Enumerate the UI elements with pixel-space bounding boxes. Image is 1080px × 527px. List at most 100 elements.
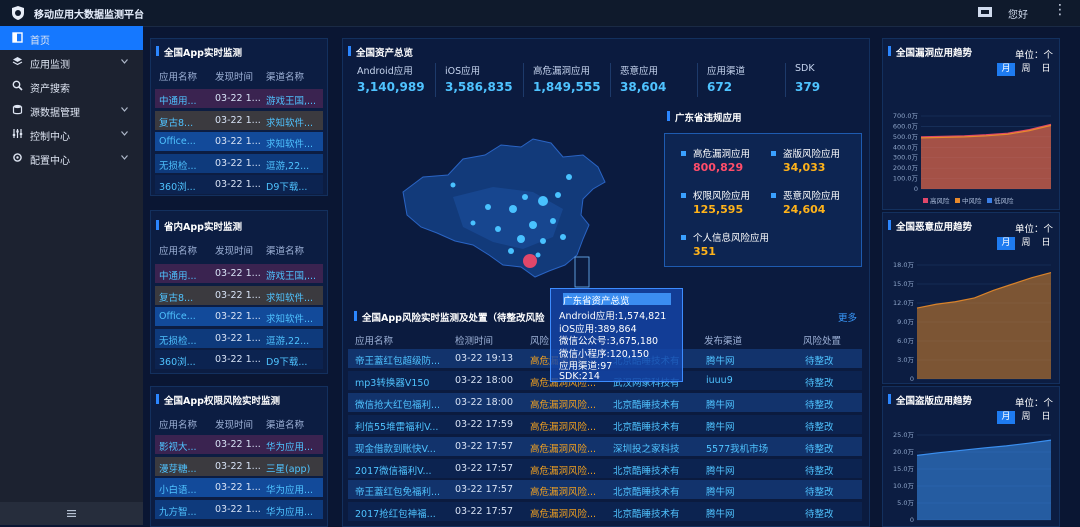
table-row[interactable]: 无损检... 03-22 1... 逗游,22...	[155, 328, 323, 348]
app-name-cell: 360浏...	[159, 182, 196, 193]
channel-cell: 华为应用...	[266, 506, 314, 518]
risk-type-cell: 高危漏洞风险...	[530, 421, 597, 433]
segment-day[interactable]: 日	[1037, 237, 1055, 250]
sidebar-item-control-center[interactable]: 控制中心	[0, 122, 143, 146]
column-header: 渠道名称	[266, 72, 305, 83]
table-row[interactable]: 中通用... 03-22 1... 游戏王国,...	[155, 264, 323, 283]
table-row[interactable]: Office... 03-22 1... 求知软件...	[155, 307, 323, 326]
segment-month[interactable]: 月	[997, 237, 1015, 250]
segment-month[interactable]: 月	[997, 411, 1015, 424]
stat-value: 379	[795, 80, 821, 94]
piracy-trend-chart: 25.0万 20.0万 15.0万 10.0万 5.0万 0	[893, 431, 1052, 524]
segment-week[interactable]: 周	[1017, 411, 1035, 424]
segment-week[interactable]: 周	[1017, 63, 1035, 76]
status-cell[interactable]: 待整改	[805, 375, 855, 389]
table-row[interactable]: Office... 03-22 1... 求知软件...	[155, 132, 323, 151]
risk-table-row[interactable]: 2017抢红包神福... 03-22 17:57 高危漏洞风险... 北京酷睡技术有 腾…	[348, 502, 862, 522]
time-cell: 03-22 17:57	[455, 440, 514, 452]
app-name-cell: 2017微信福利V...	[355, 465, 432, 477]
channel-cell: 求知软件...	[266, 139, 314, 150]
unit-label: 单位：个	[1015, 224, 1054, 235]
stat-label: Android应用	[357, 66, 413, 77]
time-cell: 03-22 17:57	[455, 484, 514, 496]
sidebar-item-home[interactable]: 首页	[0, 26, 143, 50]
time-cell: 03-22 17:59	[455, 418, 514, 430]
risk-table-row[interactable]: 利信55堆雷福利V... 03-22 17:59 高危漏洞风险... 北京酷睡技术有 腾…	[348, 414, 862, 434]
channel-cell: 逗游,22...	[266, 335, 310, 347]
sidebar-item-source-data[interactable]: 源数据管理	[0, 98, 143, 122]
bullet-icon	[681, 193, 686, 198]
status-cell[interactable]: 待整改	[805, 484, 855, 498]
table-row[interactable]: 复古8... 03-22 1... 求知软件...	[155, 110, 323, 130]
app-name-cell: 帝王蓋红包免福利...	[355, 487, 441, 499]
stat-label: SDK	[795, 63, 815, 74]
table-row[interactable]: 360浏... 03-22 1... D9下载...	[155, 175, 323, 194]
channel-cell: 求知软件...	[266, 292, 314, 304]
permission-risk-monitor-panel: 全国App权限风险实时监测 应用名称 发现时间 渠道名称 影视大... 03-22…	[150, 386, 328, 527]
status-cell[interactable]: 待整改	[805, 353, 855, 367]
company-cell: 深圳投之家科技	[613, 443, 680, 455]
sidebar: 首页 应用监测 资产搜索 源数据管理 控制中心 配置中心	[0, 26, 143, 525]
status-cell[interactable]: 待整改	[805, 441, 855, 455]
guangdong-title: 广东省违规应用	[667, 110, 742, 124]
time-cell: 03-22 1...	[215, 354, 261, 365]
tooltip-title: 广东省资产总览	[563, 293, 671, 307]
channel-cell: 腾牛网	[706, 509, 735, 521]
stat-label: 高危漏洞应用	[533, 66, 591, 77]
risk-table-row[interactable]: 现金借款到账快V... 03-22 17:57 高危漏洞风险... 深圳投之家科技 55…	[348, 436, 862, 456]
bullet-icon	[771, 193, 776, 198]
legend-swatch	[987, 198, 992, 203]
more-menu-icon[interactable]: ⋮	[1053, 2, 1067, 18]
app-name-cell: 360浏...	[159, 357, 196, 368]
risk-table-row[interactable]: 微信抢大红包福利... 03-22 18:00 高危漏洞风险... 北京酷睡技术有 腾牛…	[348, 392, 862, 412]
segment-week[interactable]: 周	[1017, 237, 1035, 250]
y-tick-label: 400.0万	[893, 143, 919, 151]
table-row[interactable]: 漫芽糖... 03-22 1... 三星(app)	[155, 456, 323, 476]
table-row[interactable]: 中通用... 03-22 1... 游戏王国,...	[155, 89, 323, 108]
china-map	[402, 138, 606, 288]
sidebar-item-asset-search[interactable]: 资产搜索	[0, 74, 143, 98]
time-cell: 03-22 1...	[215, 460, 261, 472]
user-greeting[interactable]: 您好	[1008, 6, 1028, 21]
time-cell: 03-22 1...	[215, 439, 261, 450]
violation-value: 34,033	[783, 161, 826, 174]
time-cell: 03-22 1...	[215, 114, 261, 126]
table-row[interactable]: 九方智... 03-22 1... 华为应用...	[155, 499, 323, 519]
sidebar-item-app-monitor[interactable]: 应用监测	[0, 50, 143, 74]
time-cell: 03-22 1...	[215, 332, 261, 344]
more-link[interactable]: 更多	[838, 310, 857, 324]
status-cell[interactable]: 待整改	[805, 506, 855, 520]
risk-table-row[interactable]: 帝王蓋红包免福利... 03-22 17:57 高危漏洞风险... 北京酷睡技术有 腾牛…	[348, 480, 862, 500]
risk-type-cell: 高危漏洞风险...	[530, 487, 597, 499]
column-header: 发现时间	[215, 420, 254, 431]
sidebar-collapse-bar[interactable]	[0, 502, 143, 525]
table-row[interactable]: 复古8... 03-22 1... 求知软件...	[155, 285, 323, 305]
app-name-cell: 漫芽糖...	[159, 463, 197, 475]
channel-cell: 腾牛网	[706, 399, 735, 411]
sidebar-item-config-center[interactable]: 配置中心	[0, 146, 143, 170]
time-cell: 03-22 1...	[215, 482, 261, 493]
shield-logo-icon	[12, 6, 24, 20]
segment-month[interactable]: 月	[997, 63, 1015, 76]
status-cell[interactable]: 待整改	[805, 419, 855, 433]
database-icon	[12, 104, 23, 115]
province-app-monitor-panel: 省内App实时监测 应用名称 发现时间 渠道名称 中通用... 03-22 1..…	[150, 210, 328, 374]
message-icon[interactable]	[978, 7, 992, 17]
column-header: 发现时间	[215, 246, 254, 257]
time-cell: 03-22 1...	[215, 179, 261, 190]
risk-table-row[interactable]: 2017微信福利V... 03-22 17:57 高危漏洞风险... 北京酷睡技术有 腾…	[348, 458, 862, 478]
table-row[interactable]: 小白语... 03-22 1... 华为应用...	[155, 478, 323, 497]
segment-day[interactable]: 日	[1037, 411, 1055, 424]
status-cell[interactable]: 待整改	[805, 463, 855, 477]
status-cell[interactable]: 待整改	[805, 397, 855, 411]
table-row[interactable]: 无损检... 03-22 1... 逗游,22...	[155, 153, 323, 173]
segment-day[interactable]: 日	[1037, 63, 1055, 76]
y-tick-label: 12.0万	[893, 299, 914, 307]
table-row[interactable]: 影视大... 03-22 1... 华为应用...	[155, 435, 323, 454]
stat-value: 672	[707, 80, 733, 94]
table-row[interactable]: 360浏... 03-22 1... D9下载...	[155, 350, 323, 369]
guangdong-tooltip: 广东省资产总览 Android应用:1,574,821 iOS应用:389,864…	[550, 288, 683, 382]
y-tick-label: 15.0万	[893, 280, 914, 288]
y-tick-label: 6.0万	[897, 337, 914, 345]
channel-cell: 华为应用...	[266, 485, 314, 496]
